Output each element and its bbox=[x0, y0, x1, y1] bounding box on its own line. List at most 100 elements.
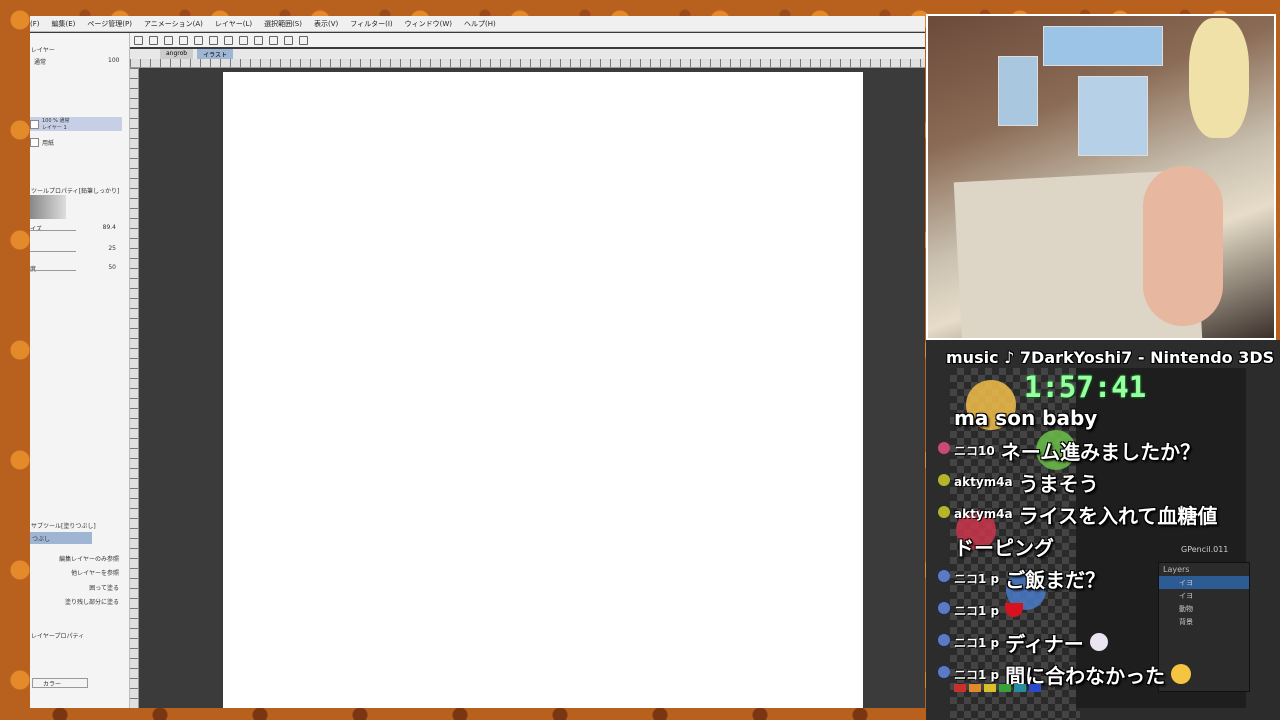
chat-overlay: ma son baby ニコ10 ネーム進みましたか？ aktym4a うまそう… bbox=[938, 402, 1274, 690]
slider-track bbox=[30, 270, 76, 271]
undo-icon[interactable] bbox=[179, 35, 188, 45]
layer-label: 用紙 bbox=[42, 139, 55, 147]
density-slider[interactable]: 度 50 bbox=[30, 264, 120, 273]
chat-message: ニコ1 p ディナー bbox=[938, 626, 1274, 658]
menu-page[interactable]: ページ管理(P) bbox=[87, 19, 132, 29]
clear-icon[interactable] bbox=[209, 35, 218, 45]
palette-swatch[interactable] bbox=[969, 684, 981, 692]
brush-size-value[interactable]: 89.4 bbox=[103, 224, 116, 231]
left-panel: レイヤー 通常 100 100 % 通常 レイヤー 1 用紙 ツールプロパティ[… bbox=[30, 33, 130, 708]
hand bbox=[1143, 166, 1223, 326]
brush-size-slider[interactable]: イズ 89.4 bbox=[30, 224, 120, 233]
fill-option[interactable]: 囲って塗る bbox=[89, 583, 119, 592]
palette-swatch[interactable] bbox=[954, 684, 966, 692]
menu-bar: (F) 編集(E) ページ管理(P) アニメーション(A) レイヤー(L) 選択… bbox=[30, 16, 925, 32]
poster bbox=[1043, 26, 1163, 66]
chat-text: ディナー bbox=[1005, 631, 1084, 656]
command-bar bbox=[130, 33, 925, 47]
value-slider[interactable]: 25 bbox=[30, 245, 120, 253]
user-badge-icon bbox=[938, 442, 950, 454]
menu-filter[interactable]: フィルター(I) bbox=[350, 19, 392, 29]
blend-mode-select[interactable]: 通常 bbox=[34, 57, 46, 66]
menu-view[interactable]: 表示(V) bbox=[314, 19, 338, 29]
layer-row[interactable]: 用紙 bbox=[30, 135, 122, 149]
plate-icon bbox=[1089, 633, 1108, 651]
sub-tool-selected[interactable]: つぶし bbox=[30, 532, 92, 544]
chat-text: ma son baby bbox=[954, 406, 1098, 430]
chat-message: ドーピング bbox=[954, 530, 1274, 562]
layer-thumbnail bbox=[30, 137, 39, 147]
chat-message: ニコ1 p ご飯まだ？ bbox=[938, 562, 1274, 594]
horizontal-ruler bbox=[130, 59, 925, 68]
menu-help[interactable]: ヘルプ(H) bbox=[464, 19, 496, 29]
chat-message: ニコ1 p bbox=[938, 594, 1274, 626]
palette-swatch[interactable] bbox=[999, 684, 1011, 692]
plush-toy bbox=[1189, 18, 1249, 138]
webcam-feed bbox=[926, 14, 1276, 340]
layer-label: 100 % 通常 レイヤー 1 bbox=[42, 118, 70, 131]
density-value[interactable]: 50 bbox=[108, 264, 116, 271]
palette-swatch[interactable] bbox=[1029, 684, 1041, 692]
chat-message: ma son baby bbox=[954, 402, 1274, 434]
sub-tool-title: サブツール[塗りつぶし] bbox=[31, 523, 96, 530]
poster bbox=[998, 56, 1038, 126]
chat-text: うまそう bbox=[1018, 471, 1099, 496]
tab-document[interactable]: angrob bbox=[160, 49, 194, 59]
menu-window[interactable]: ウィンドウ(W) bbox=[405, 19, 452, 29]
redo-icon[interactable] bbox=[194, 35, 203, 45]
layer-thumbnail bbox=[30, 119, 39, 129]
music-ticker: music ♪ 7DarkYoshi7 - Nintendo 3DS bbox=[946, 348, 1275, 367]
menu-selection[interactable]: 選択範囲(S) bbox=[264, 19, 302, 29]
user-badge-icon bbox=[938, 474, 950, 486]
tool-property-title: ツールプロパティ[鉛筆しっかり] bbox=[31, 188, 120, 195]
menu-edit[interactable]: 編集(E) bbox=[52, 19, 76, 29]
open-file-icon[interactable] bbox=[149, 35, 158, 45]
menu-animation[interactable]: アニメーション(A) bbox=[144, 19, 203, 29]
stream-timer: 1:57:41 bbox=[1024, 370, 1147, 404]
chat-user: ニコ1 p bbox=[954, 667, 1000, 682]
menu-layer[interactable]: レイヤー(L) bbox=[215, 19, 252, 29]
pen-alt-icon[interactable] bbox=[284, 35, 293, 45]
color-palette bbox=[954, 684, 1041, 692]
fill-icon[interactable] bbox=[224, 35, 233, 45]
chat-text: ネーム進みましたか？ bbox=[1000, 439, 1201, 464]
menu-file[interactable]: (F) bbox=[30, 20, 40, 28]
drawing-canvas[interactable] bbox=[223, 72, 863, 708]
chat-user: ニコ1 p bbox=[954, 635, 1000, 650]
crop-icon[interactable] bbox=[254, 35, 263, 45]
slider-track bbox=[30, 251, 76, 252]
fill-option[interactable]: 塗り残し部分に塗る bbox=[65, 597, 119, 606]
fill-option[interactable]: 他レイヤーを参照 bbox=[71, 568, 119, 577]
fill-option[interactable]: 編集レイヤーのみ参照 bbox=[59, 554, 119, 563]
opacity-value[interactable]: 100 bbox=[108, 57, 119, 64]
save-icon[interactable] bbox=[164, 35, 173, 45]
vertical-ruler bbox=[130, 68, 139, 708]
tab-document-active[interactable]: イラスト bbox=[197, 49, 233, 59]
pen-icon[interactable] bbox=[269, 35, 278, 45]
new-file-icon[interactable] bbox=[134, 35, 143, 45]
chat-text: ご飯まだ？ bbox=[1005, 567, 1106, 592]
user-badge-icon bbox=[938, 634, 950, 646]
document-tabs: angrob イラスト bbox=[130, 49, 925, 59]
layer-panel-title: レイヤー bbox=[31, 47, 55, 54]
poster bbox=[1078, 76, 1148, 156]
color-select[interactable]: カラー bbox=[32, 678, 88, 688]
transform-icon[interactable] bbox=[239, 35, 248, 45]
user-badge-icon bbox=[938, 666, 950, 678]
layer-row[interactable]: 100 % 通常 レイヤー 1 bbox=[30, 117, 122, 131]
chat-user: aktym4a bbox=[954, 507, 1013, 521]
palette-swatch[interactable] bbox=[984, 684, 996, 692]
slider-track bbox=[30, 230, 76, 231]
user-badge-icon bbox=[938, 506, 950, 518]
user-badge-icon bbox=[938, 602, 950, 614]
slider-value[interactable]: 25 bbox=[108, 245, 116, 252]
settings-icon[interactable] bbox=[299, 35, 308, 45]
flushed-face-icon bbox=[1171, 664, 1192, 684]
chat-user: ニコ10 bbox=[954, 443, 995, 458]
chat-message: aktym4a ライスを入れて血糖値 bbox=[938, 498, 1274, 530]
chat-message: aktym4a うまそう bbox=[938, 466, 1274, 498]
chat-user: aktym4a bbox=[954, 475, 1013, 489]
rice-bowl-icon bbox=[1005, 603, 1024, 617]
chat-text: ライスを入れて血糖値 bbox=[1018, 503, 1218, 528]
palette-swatch[interactable] bbox=[1014, 684, 1026, 692]
